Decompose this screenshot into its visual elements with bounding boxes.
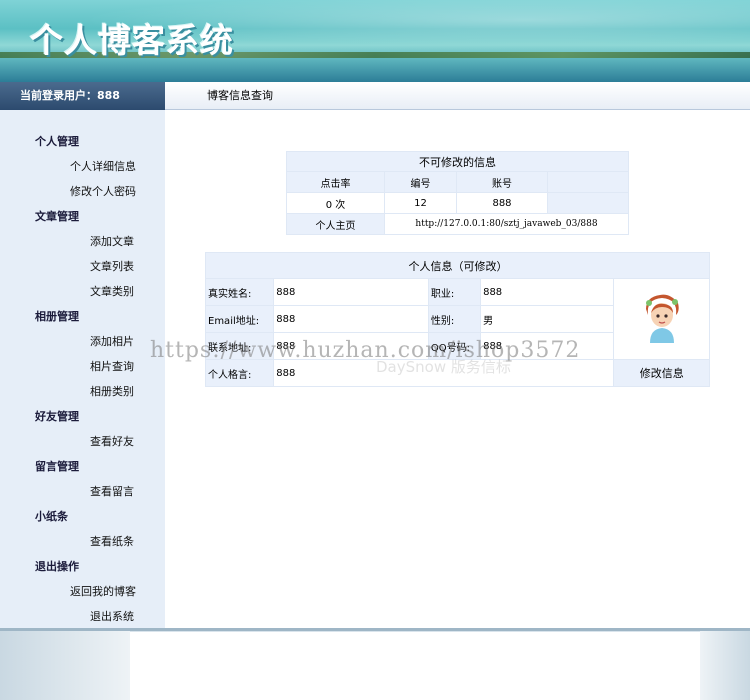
footer-right-shade <box>700 628 750 700</box>
sidebar-item-add-article[interactable]: 添加文章 <box>90 233 134 249</box>
sidebar-item-article-category[interactable]: 文章类别 <box>90 283 134 299</box>
sidebar-item-article-list[interactable]: 文章列表 <box>90 258 134 274</box>
footer <box>0 628 750 700</box>
label-email: Email地址: <box>206 306 274 332</box>
sidebar-group-messages[interactable]: 留言管理 <box>35 458 79 474</box>
breadcrumb: 博客信息查询 <box>165 82 750 110</box>
watermark-sub: DaySnow 版务信标 <box>376 358 511 376</box>
value-gender: 男 <box>481 306 613 332</box>
sidebar: 个人管理 个人详细信息 修改个人密码 文章管理 添加文章 文章列表 文章类别 相… <box>0 110 165 628</box>
header-banner: 个人博客系统 <box>0 0 750 82</box>
header-account: 账号 <box>457 172 547 192</box>
value-real-name: 888 <box>274 279 428 305</box>
personal-info-caption: 个人信息（可修改） <box>206 253 709 278</box>
value-email: 888 <box>274 306 428 332</box>
sidebar-item-add-photo[interactable]: 添加相片 <box>90 333 134 349</box>
sidebar-group-articles[interactable]: 文章管理 <box>35 208 79 224</box>
girl-avatar-icon <box>645 294 679 343</box>
label-motto: 个人格言: <box>206 360 274 386</box>
footer-panel <box>130 632 700 700</box>
sidebar-item-view-friends[interactable]: 查看好友 <box>90 433 134 449</box>
site-title: 个人博客系统 <box>30 21 234 60</box>
label-gender: 性别: <box>428 306 481 332</box>
sidebar-item-profile-detail[interactable]: 个人详细信息 <box>70 158 136 174</box>
edit-info-button[interactable]: 修改信息 <box>613 360 709 386</box>
header-clicks: 点击率 <box>287 172 384 192</box>
current-user-label: 当前登录用户：888 <box>0 82 165 110</box>
sidebar-item-change-password[interactable]: 修改个人密码 <box>70 183 136 199</box>
sidebar-item-view-notes[interactable]: 查看纸条 <box>90 533 134 549</box>
value-account: 888 <box>457 193 547 213</box>
fixed-info-caption: 不可修改的信息 <box>287 152 628 171</box>
sidebar-item-view-messages[interactable]: 查看留言 <box>90 483 134 499</box>
footer-left-shade <box>0 628 130 700</box>
homepage-label: 个人主页 <box>287 214 384 234</box>
homepage-url[interactable]: http://127.0.0.1:80/sztj_javaweb_03/888 <box>385 214 628 234</box>
watermark-url: https://www.huzhan.com/ishop3572 <box>150 338 581 363</box>
footer-divider <box>0 628 750 631</box>
sidebar-item-photo-search[interactable]: 相片查询 <box>90 358 134 374</box>
label-real-name: 真实姓名: <box>206 279 274 305</box>
sidebar-item-back-to-blog[interactable]: 返回我的博客 <box>70 583 136 599</box>
sidebar-group-exit[interactable]: 退出操作 <box>35 558 79 574</box>
sidebar-group-notes[interactable]: 小纸条 <box>35 508 68 524</box>
header-id: 编号 <box>385 172 456 192</box>
sidebar-group-friends[interactable]: 好友管理 <box>35 408 79 424</box>
avatar-cell <box>613 279 709 359</box>
sidebar-group-personal[interactable]: 个人管理 <box>35 133 79 149</box>
sidebar-item-logout[interactable]: 退出系统 <box>90 608 134 624</box>
sidebar-group-album[interactable]: 相册管理 <box>35 308 79 324</box>
value-occupation: 888 <box>481 279 613 305</box>
value-spacer <box>548 193 628 213</box>
value-id: 12 <box>385 193 456 213</box>
sidebar-item-album-category[interactable]: 相册类别 <box>90 383 134 399</box>
fixed-info-table: 不可修改的信息 点击率 编号 账号 0 次 12 888 个人主页 http:/… <box>286 151 629 235</box>
header-spacer <box>548 172 628 192</box>
value-clicks: 0 次 <box>287 193 384 213</box>
label-occupation: 职业: <box>428 279 481 305</box>
